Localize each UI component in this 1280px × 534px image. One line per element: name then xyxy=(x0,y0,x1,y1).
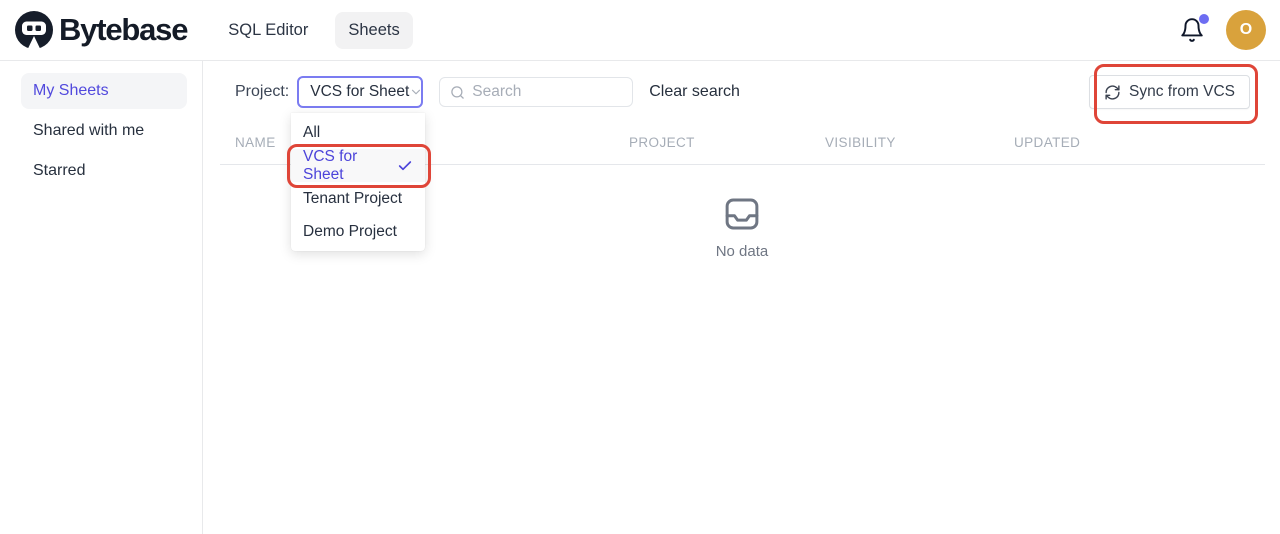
sync-icon xyxy=(1104,84,1121,101)
dropdown-option-vcs-for-sheet[interactable]: VCS for Sheet xyxy=(291,149,425,182)
sidebar-item-shared-with-me[interactable]: Shared with me xyxy=(21,113,187,149)
sheets-sidebar: My Sheets Shared with me Starred xyxy=(0,61,203,534)
search-icon xyxy=(450,85,465,100)
project-select-value: VCS for Sheet xyxy=(310,83,409,101)
search-box xyxy=(439,77,633,107)
dropdown-option-demo-project[interactable]: Demo Project xyxy=(291,215,425,248)
column-header-project: PROJECT xyxy=(629,135,825,150)
sync-from-vcs-button[interactable]: Sync from VCS xyxy=(1089,75,1250,109)
header-nav: SQL Editor Sheets xyxy=(215,12,412,49)
bytebase-logo-icon xyxy=(14,10,54,50)
project-dropdown-menu: All VCS for Sheet Tenant Project Demo Pr… xyxy=(291,113,425,251)
column-header-visibility: VISIBILITY xyxy=(825,135,1014,150)
project-filter-label: Project: xyxy=(235,83,289,101)
dropdown-option-tenant-project[interactable]: Tenant Project xyxy=(291,182,425,215)
project-select[interactable]: VCS for Sheet xyxy=(297,76,423,108)
search-input[interactable] xyxy=(472,83,622,101)
sync-button-label: Sync from VCS xyxy=(1129,83,1235,101)
check-icon xyxy=(397,158,413,174)
nav-tab-sql-editor[interactable]: SQL Editor xyxy=(215,12,321,49)
inbox-icon xyxy=(721,193,763,235)
column-header-updated: UPDATED xyxy=(1014,135,1265,150)
dropdown-option-all[interactable]: All xyxy=(291,116,425,149)
chevron-down-icon xyxy=(409,85,423,99)
top-navbar: Bytebase SQL Editor Sheets O xyxy=(0,0,1280,61)
notifications-button[interactable] xyxy=(1179,17,1205,43)
nav-tab-sheets[interactable]: Sheets xyxy=(335,12,412,49)
avatar[interactable]: O xyxy=(1226,10,1266,50)
empty-state-text: No data xyxy=(716,243,769,260)
brand-name: Bytebase xyxy=(59,12,187,48)
sidebar-item-starred[interactable]: Starred xyxy=(21,153,187,189)
bytebase-sheets-page: Bytebase SQL Editor Sheets O My Sheets S… xyxy=(0,0,1280,534)
bytebase-logo[interactable]: Bytebase xyxy=(14,10,187,50)
header-right: O xyxy=(1179,10,1266,50)
clear-search-button[interactable]: Clear search xyxy=(649,83,740,101)
dropdown-option-label: VCS for Sheet xyxy=(303,148,397,184)
notification-dot xyxy=(1199,14,1209,24)
sidebar-item-my-sheets[interactable]: My Sheets xyxy=(21,73,187,109)
